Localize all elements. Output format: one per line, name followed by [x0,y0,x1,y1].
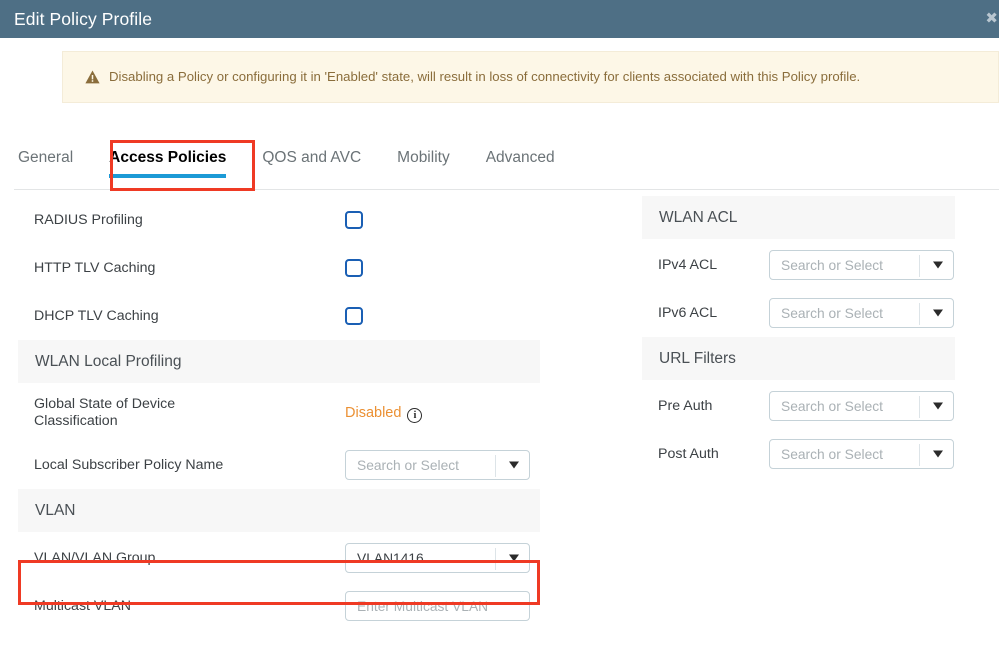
chevron-down-icon [509,555,519,562]
dropdown-separator [495,548,496,570]
dropdown-separator [919,303,920,325]
dhcp-tlv-caching-label: DHCP TLV Caching [18,308,345,325]
dropdown-separator [919,444,920,466]
tab-qos-and-avc[interactable]: QOS and AVC [244,141,379,180]
http-tlv-caching-label: HTTP TLV Caching [18,260,345,277]
local-subscriber-policy-placeholder: Search or Select [346,458,459,473]
radius-profiling-label: RADIUS Profiling [18,212,345,229]
chevron-down-icon [933,262,943,269]
vlan-group-value: VLAN1416 [346,551,424,566]
tab-advanced[interactable]: Advanced [468,141,573,180]
ipv6-acl-label: IPv6 ACL [642,305,769,322]
post-auth-placeholder: Search or Select [770,447,883,462]
post-auth-label: Post Auth [642,446,769,463]
tab-access-policies[interactable]: Access Policies [91,141,244,180]
pre-auth-placeholder: Search or Select [770,399,883,414]
pre-auth-label: Pre Auth [642,398,769,415]
post-auth-dropdown[interactable]: Search or Select [769,439,954,469]
tab-general[interactable]: General [0,141,91,180]
info-icon[interactable]: i [407,408,422,423]
left-column: RADIUS Profiling HTTP TLV Caching DHCP T… [18,196,540,630]
chevron-down-icon [933,403,943,410]
row-http-tlv-caching: HTTP TLV Caching [18,244,540,292]
row-radius-profiling: RADIUS Profiling [18,196,540,244]
multicast-vlan-input[interactable]: Enter Multicast VLAN [345,591,530,621]
multicast-vlan-label: Multicast VLAN [18,598,345,615]
close-icon[interactable]: ✖ [985,11,998,25]
section-wlan-acl: WLAN ACL [642,196,955,239]
section-url-filters: URL Filters [642,337,955,380]
row-ipv6-acl: IPv6 ACL Search or Select [642,289,955,337]
modal-header: Edit Policy Profile ✖ [0,0,999,38]
ipv6-acl-placeholder: Search or Select [770,306,883,321]
dropdown-separator [495,455,496,477]
dropdown-separator [919,396,920,418]
row-post-auth: Post Auth Search or Select [642,430,955,478]
row-ipv4-acl: IPv4 ACL Search or Select [642,241,955,289]
row-local-subscriber-policy-name: Local Subscriber Policy Name Search or S… [18,441,540,489]
vlan-group-dropdown[interactable]: VLAN1416 [345,543,530,573]
warning-banner-text: Disabling a Policy or configuring it in … [109,69,860,85]
warning-banner: Disabling a Policy or configuring it in … [62,51,999,103]
row-multicast-vlan: Multicast VLAN Enter Multicast VLAN [18,582,540,630]
dropdown-separator [919,255,920,277]
tab-mobility[interactable]: Mobility [379,141,468,180]
chevron-down-icon [933,310,943,317]
tab-bar: General Access Policies QOS and AVC Mobi… [0,141,999,191]
section-wlan-local-profiling: WLAN Local Profiling [18,340,540,383]
row-vlan-group: VLAN/VLAN Group VLAN1416 [18,534,540,582]
row-global-state-device-classification: Global State of DeviceClassification Dis… [18,385,540,441]
ipv4-acl-label: IPv4 ACL [642,257,769,274]
page-title: Edit Policy Profile [0,9,152,30]
ipv4-acl-placeholder: Search or Select [770,258,883,273]
local-subscriber-policy-label: Local Subscriber Policy Name [18,457,345,474]
vlan-group-label: VLAN/VLAN Group [18,550,345,567]
row-dhcp-tlv-caching: DHCP TLV Caching [18,292,540,340]
chevron-down-icon [933,451,943,458]
row-pre-auth: Pre Auth Search or Select [642,382,955,430]
section-vlan: VLAN [18,489,540,532]
local-subscriber-policy-dropdown[interactable]: Search or Select [345,450,530,480]
ipv6-acl-dropdown[interactable]: Search or Select [769,298,954,328]
warning-triangle-icon [85,70,100,84]
dhcp-tlv-caching-checkbox[interactable] [345,307,363,325]
right-column: WLAN ACL IPv4 ACL Search or Select IPv6 … [642,196,955,478]
global-state-value: Disabled [345,405,401,421]
http-tlv-caching-checkbox[interactable] [345,259,363,277]
tab-list: General Access Policies QOS and AVC Mobi… [0,141,573,180]
multicast-vlan-placeholder: Enter Multicast VLAN [346,599,488,614]
ipv4-acl-dropdown[interactable]: Search or Select [769,250,954,280]
global-state-label: Global State of DeviceClassification [18,396,345,430]
radius-profiling-checkbox[interactable] [345,211,363,229]
chevron-down-icon [509,462,519,469]
pre-auth-dropdown[interactable]: Search or Select [769,391,954,421]
tab-bottom-rule [14,189,999,190]
